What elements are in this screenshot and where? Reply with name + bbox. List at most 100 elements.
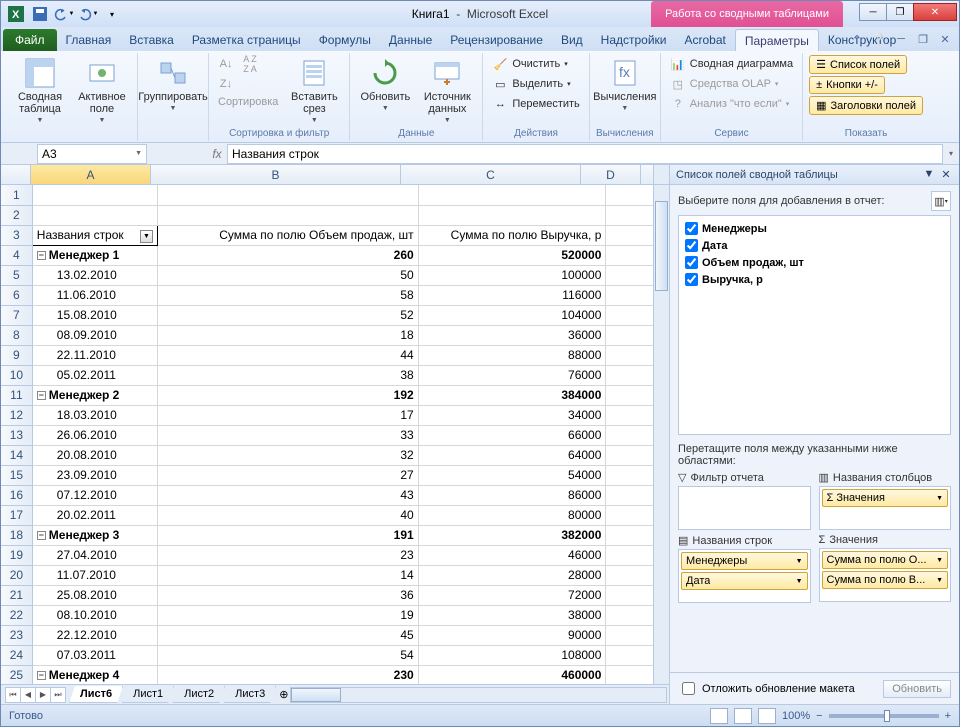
olap-button[interactable]: ◳Средства OLAP ▾	[667, 75, 782, 93]
new-sheet[interactable]: ⊕	[279, 688, 288, 701]
pivot-value[interactable]: 40	[157, 505, 418, 525]
collapse-icon[interactable]: −	[37, 391, 46, 400]
pivot-date-row[interactable]: 05.02.2011	[32, 365, 157, 385]
row-filter-button[interactable]: ▼	[140, 230, 153, 243]
name-box[interactable]: A3▼	[37, 144, 147, 164]
pivot-value[interactable]: 34000	[418, 405, 606, 425]
pivot-manager-row[interactable]: −Менеджер 2	[32, 385, 157, 405]
pivot-value[interactable]: 54	[157, 645, 418, 665]
data-source-button[interactable]: Источник данных▼	[418, 55, 476, 124]
grid[interactable]: 123Названия строк▼Сумма по полю Объем пр…	[1, 185, 669, 684]
pivot-date-row[interactable]: 07.12.2010	[32, 485, 157, 505]
pivot-value[interactable]: 72000	[418, 585, 606, 605]
col-B[interactable]: B	[151, 165, 401, 184]
pivot-value[interactable]: 28000	[418, 565, 606, 585]
pivot-date-row[interactable]: 27.04.2010	[32, 545, 157, 565]
pivot-date-row[interactable]: 08.09.2010	[32, 325, 157, 345]
pivot-value[interactable]: 76000	[418, 365, 606, 385]
tab-insert[interactable]: Вставка	[120, 29, 183, 51]
pivot-value[interactable]: 192	[157, 385, 418, 405]
area-field[interactable]: Дата▼	[681, 572, 808, 590]
active-field-button[interactable]: Активное поле▼	[73, 55, 131, 124]
tab-home[interactable]: Главная	[57, 29, 121, 51]
view-normal[interactable]	[710, 708, 728, 724]
plus-minus-toggle[interactable]: ±Кнопки +/-	[809, 76, 885, 94]
tab-review[interactable]: Рецензирование	[441, 29, 552, 51]
pivot-value[interactable]: 66000	[418, 425, 606, 445]
area-field[interactable]: Сумма по полю В...▼	[822, 571, 949, 589]
col-A[interactable]: A	[31, 165, 151, 184]
sheet-tab[interactable]: Лист2	[173, 686, 225, 703]
select-button[interactable]: ▭Выделить ▾	[489, 75, 573, 93]
pivot-value[interactable]: 14	[157, 565, 418, 585]
pivot-date-row[interactable]: 15.08.2010	[32, 305, 157, 325]
pivot-value[interactable]: 38	[157, 365, 418, 385]
pivot-value[interactable]: 38000	[418, 605, 606, 625]
sort-button[interactable]: Сортировка	[215, 95, 281, 109]
sheet-tab[interactable]: Лист6	[69, 686, 123, 703]
field-checkbox[interactable]	[685, 239, 698, 252]
calculations-button[interactable]: fxВычисления▼	[596, 55, 654, 112]
hscroll-thumb[interactable]	[291, 688, 341, 702]
area-values-box[interactable]: Сумма по полю О...▼ Сумма по полю В...▼	[819, 548, 952, 602]
tab-addins[interactable]: Надстройки	[592, 29, 676, 51]
row-head[interactable]: 1	[1, 185, 32, 205]
ribbon-minimize-icon[interactable]: ⌃	[849, 31, 865, 47]
workbook-minimize-icon[interactable]: ─	[893, 31, 909, 47]
clear-button[interactable]: 🧹Очистить ▾	[489, 55, 570, 73]
row-head[interactable]: 4	[1, 245, 32, 265]
pivot-date-row[interactable]: 23.09.2010	[32, 465, 157, 485]
vscroll[interactable]	[653, 185, 669, 684]
move-button[interactable]: ↔Переместить	[489, 95, 582, 113]
pivot-value[interactable]: 23	[157, 545, 418, 565]
pivot-value[interactable]: 384000	[418, 385, 606, 405]
tab-formulas[interactable]: Формулы	[310, 29, 380, 51]
row-head[interactable]: 2	[1, 205, 32, 225]
pivot-value[interactable]: 88000	[418, 345, 606, 365]
field-list-toggle[interactable]: ☰Список полей	[809, 55, 907, 74]
row-head[interactable]: 15	[1, 465, 32, 485]
field-checkbox-list[interactable]: МенеджерыДатаОбъем продаж, штВыручка, р	[678, 215, 951, 435]
insert-slicer-button[interactable]: Вставить срез▼	[285, 55, 343, 124]
field-list-layout[interactable]: ▥▾	[931, 191, 951, 211]
sheet-next[interactable]: ▶	[35, 687, 51, 703]
row-head[interactable]: 16	[1, 485, 32, 505]
row-head[interactable]: 20	[1, 565, 32, 585]
refresh-button[interactable]: Обновить▼	[356, 55, 414, 112]
pivot-date-row[interactable]: 18.03.2010	[32, 405, 157, 425]
row-head[interactable]: 14	[1, 445, 32, 465]
row-head[interactable]: 5	[1, 265, 32, 285]
pivot-date-row[interactable]: 22.11.2010	[32, 345, 157, 365]
sheet-first[interactable]: ⏮	[5, 687, 21, 703]
row-head[interactable]: 18	[1, 525, 32, 545]
pivot-value[interactable]: 108000	[418, 645, 606, 665]
pivot-value[interactable]: 44	[157, 345, 418, 365]
tab-acrobat[interactable]: Acrobat	[676, 29, 735, 51]
pivot-field[interactable]: Дата	[683, 237, 946, 254]
area-rows-box[interactable]: Менеджеры▼Дата▼	[678, 549, 811, 603]
field-checkbox[interactable]	[685, 273, 698, 286]
pivot-value[interactable]: 100000	[418, 265, 606, 285]
sort-desc-button[interactable]: Z↓	[215, 75, 281, 93]
update-button[interactable]: Обновить	[883, 680, 951, 698]
pivot-value[interactable]: 80000	[418, 505, 606, 525]
row-head[interactable]: 25	[1, 665, 32, 684]
pivot-field[interactable]: Выручка, р	[683, 271, 946, 288]
select-all-corner[interactable]	[1, 165, 31, 184]
zoom-slider[interactable]	[829, 714, 939, 718]
pivot-value[interactable]: 382000	[418, 525, 606, 545]
save-button[interactable]	[29, 4, 51, 24]
area-field[interactable]: Сумма по полю О...▼	[822, 551, 949, 569]
row-head[interactable]: 10	[1, 365, 32, 385]
pivot-value[interactable]: 19	[157, 605, 418, 625]
row-head[interactable]: 3	[1, 225, 32, 245]
tab-layout[interactable]: Разметка страницы	[183, 29, 310, 51]
area-filter-box[interactable]	[678, 486, 811, 530]
pivot-value[interactable]: 520000	[418, 245, 606, 265]
sheet-tab[interactable]: Лист3	[224, 686, 276, 703]
cells[interactable]: 123Названия строк▼Сумма по полю Объем пр…	[1, 185, 669, 684]
pivot-value[interactable]: 36	[157, 585, 418, 605]
pivot-value[interactable]: 36000	[418, 325, 606, 345]
row-head[interactable]: 11	[1, 385, 32, 405]
view-break[interactable]	[758, 708, 776, 724]
